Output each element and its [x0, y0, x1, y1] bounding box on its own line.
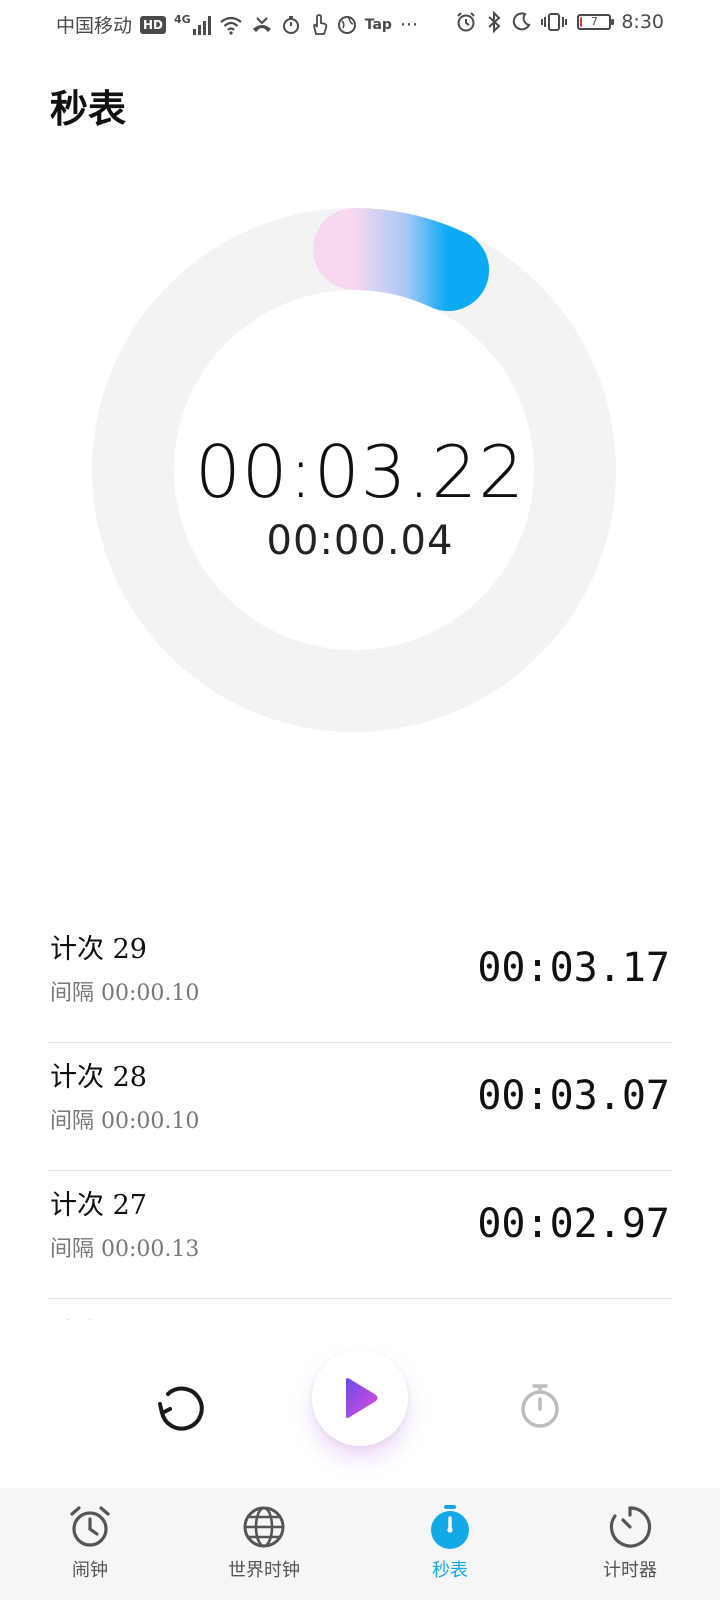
lap-total-time: 00:02.97 [477, 1201, 670, 1247]
lap-name: 计次 27 [50, 1190, 147, 1221]
lap-name: 计次 26 [50, 1311, 147, 1320]
touch-icon [312, 13, 327, 35]
lap-list[interactable]: 计次 29 间隔 00:00.10 00:03.17 计次 28 间隔 00:0… [48, 915, 672, 1320]
tab-alarm-label: 闹钟 [72, 1560, 108, 1581]
bottom-nav: 闹钟 世界时钟 秒表 计时器 [0, 1488, 720, 1600]
moon-icon [513, 12, 531, 31]
lap-button[interactable] [510, 1374, 570, 1438]
current-lap-time: 00:00.04 [266, 518, 454, 564]
elapsed-time: 00:03.22 [195, 430, 525, 514]
battery-icon: 7 [577, 14, 615, 30]
vibrate-icon [541, 13, 568, 31]
lap-row: 计次 29 间隔 00:00.10 00:03.17 [48, 915, 672, 1043]
lap-row: 计次 26 [48, 1299, 672, 1320]
page-title: 秒表 [50, 86, 127, 131]
tab-stopwatch-label: 秒表 [432, 1560, 468, 1581]
timer-icon [609, 1506, 652, 1548]
stopwatch-icon [431, 1505, 469, 1549]
tab-world-clock[interactable]: 世界时钟 [174, 1488, 354, 1600]
battery-level: 7 [590, 15, 598, 28]
stopwatch-icon [521, 1384, 559, 1428]
status-right: 7 8:30 [455, 11, 664, 33]
lap-interval: 间隔 00:00.13 [50, 1237, 200, 1262]
tab-stopwatch[interactable]: 秒表 [360, 1488, 540, 1600]
tab-alarm[interactable]: 闹钟 [0, 1488, 180, 1600]
hd-badge: HD [140, 15, 167, 34]
lap-interval: 间隔 00:00.10 [50, 1109, 200, 1134]
alarm-status-icon [457, 12, 476, 32]
lap-name: 计次 28 [50, 1062, 147, 1093]
globe-status-icon [337, 15, 356, 34]
start-button[interactable] [312, 1350, 408, 1446]
stopwatch-status-icon [282, 15, 299, 34]
lap-total-time: 00:03.17 [477, 945, 670, 991]
wifi-icon [220, 16, 242, 35]
status-bar: 中国移动 HD 4G Tap ··· 7 8:30 [0, 0, 720, 48]
carrier-name: 中国移动 [56, 15, 133, 37]
tap-status: Tap [364, 16, 392, 33]
lap-row: 计次 27 间隔 00:00.13 00:02.97 [48, 1171, 672, 1299]
alarm-clock-icon [70, 1506, 110, 1547]
bluetooth-icon [488, 11, 501, 33]
lap-interval: 间隔 00:00.10 [50, 981, 200, 1006]
globe-icon [243, 1506, 285, 1548]
network-type: 4G [174, 13, 191, 26]
lap-total-time: 00:03.07 [477, 1073, 670, 1119]
reset-button[interactable] [150, 1378, 210, 1438]
stopwatch-screen: 中国移动 HD 4G Tap ··· 7 8:30 秒表 00:03.22 00… [0, 0, 720, 1600]
battery-fill [580, 17, 583, 27]
tab-world-clock-label: 世界时钟 [228, 1560, 300, 1581]
missed-call-icon [252, 16, 271, 32]
lap-row: 计次 28 间隔 00:00.10 00:03.07 [48, 1043, 672, 1171]
lap-name: 计次 29 [50, 934, 147, 965]
dial-progress-arc [313, 208, 490, 312]
reset-icon [158, 1386, 204, 1431]
tab-timer-label: 计时器 [603, 1560, 657, 1581]
status-left: 中国移动 HD 4G Tap ··· [56, 11, 418, 38]
more-status: ··· [399, 13, 419, 36]
tab-timer[interactable]: 计时器 [540, 1488, 720, 1600]
clock-time: 8:30 [621, 11, 664, 33]
signal-icon [192, 15, 211, 35]
play-icon [346, 1378, 378, 1418]
